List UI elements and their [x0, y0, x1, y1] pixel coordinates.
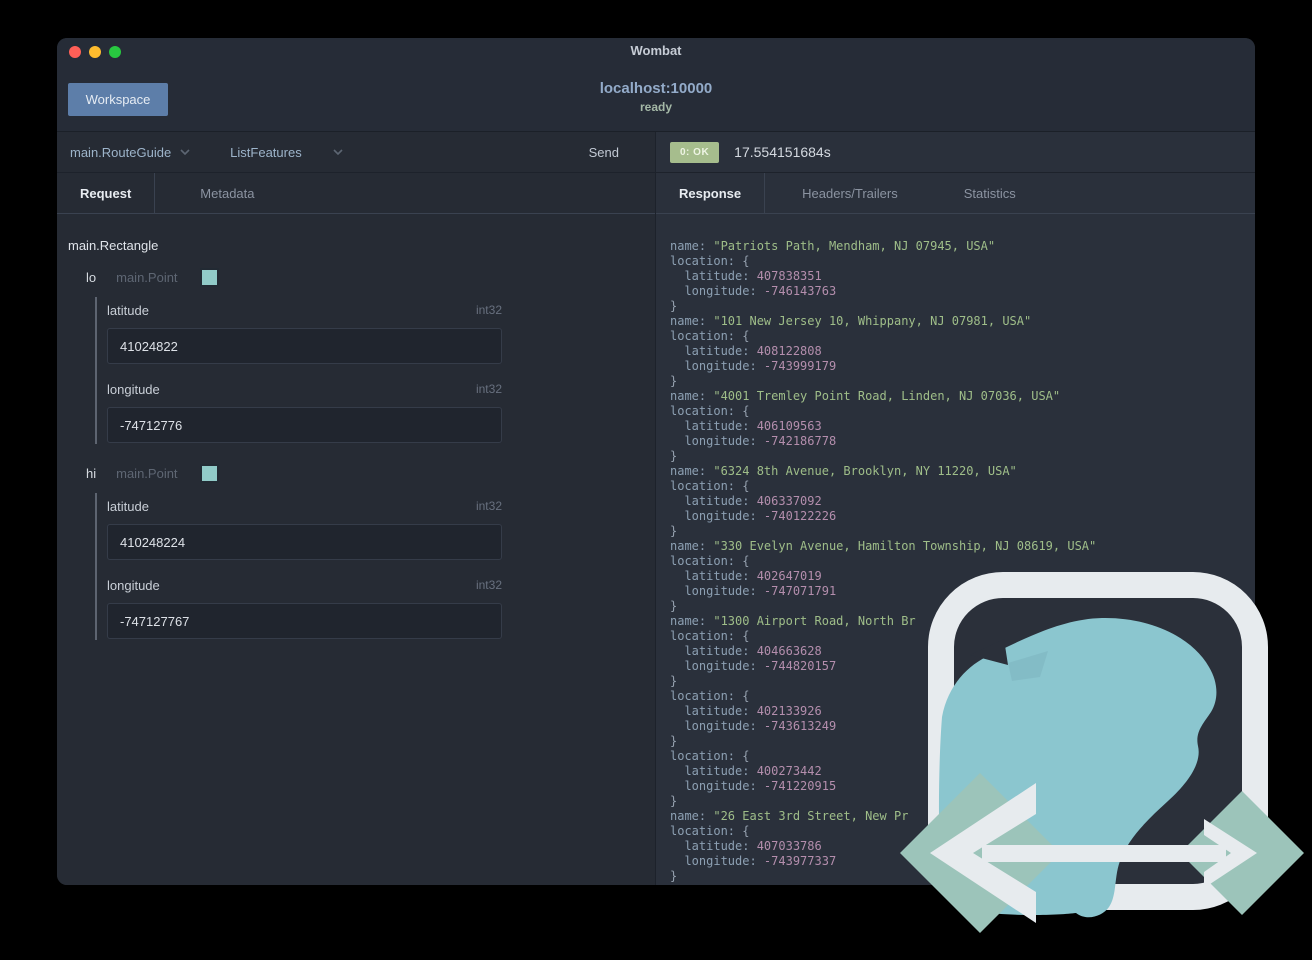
lo-latitude-label: latitude — [107, 302, 149, 318]
tab-headers-trailers[interactable]: Headers/Trailers — [779, 173, 921, 213]
app-header: Wombat Workspace localhost:10000 ready — [57, 38, 1255, 132]
connection-status: ready — [639, 100, 673, 114]
wombat-logo — [900, 572, 1304, 933]
lo-longitude-input[interactable] — [107, 407, 502, 443]
window-title: Wombat — [630, 43, 682, 58]
field-name-lo: lo — [86, 270, 97, 285]
response-tabbar: Response Headers/Trailers Statistics — [656, 173, 1255, 214]
method-select-value: ListFeatures — [230, 144, 302, 160]
service-select-value: main.RouteGuide — [70, 144, 172, 160]
lo-enabled-checkbox[interactable] — [199, 268, 219, 287]
tab-metadata[interactable]: Metadata — [177, 173, 277, 213]
request-form: main.Rectangle lo main.Point latitude in… — [57, 214, 655, 640]
titlebar[interactable]: Wombat — [57, 38, 1255, 64]
field-name-hi: hi — [86, 466, 97, 481]
field-type-lo: main.Point — [116, 270, 178, 285]
hi-enabled-checkbox[interactable] — [199, 464, 219, 483]
hi-latitude-label: latitude — [107, 498, 149, 514]
tab-statistics[interactable]: Statistics — [941, 173, 1039, 213]
field-row-lo: lo main.Point — [86, 268, 655, 287]
field-type-hi: main.Point — [116, 466, 178, 481]
field-row-hi: hi main.Point — [86, 464, 655, 483]
request-tabbar: Request Metadata — [57, 173, 655, 214]
message-type-label: main.Rectangle — [68, 238, 159, 253]
lo-longitude-label: longitude — [107, 381, 160, 397]
request-panel: main.RouteGuide ListFeatures Send Reques… — [57, 132, 656, 885]
send-button[interactable]: Send — [589, 145, 619, 160]
server-status: localhost:10000 ready — [57, 80, 1255, 114]
request-toolbar: main.RouteGuide ListFeatures Send — [57, 132, 655, 173]
response-toolbar: 0: OK 17.554151684s — [656, 132, 1255, 173]
lo-latitude-input[interactable] — [107, 328, 502, 364]
lo-point-group: latitude int32 longitude int32 — [95, 297, 502, 444]
method-select[interactable]: ListFeatures — [230, 145, 343, 160]
tab-request[interactable]: Request — [57, 173, 156, 213]
hi-latitude-input[interactable] — [107, 524, 502, 560]
service-select[interactable]: main.RouteGuide — [70, 145, 190, 160]
chevron-down-icon — [333, 149, 343, 155]
lo-latitude-type: int32 — [475, 303, 502, 317]
hi-longitude-input[interactable] — [107, 603, 502, 639]
status-badge: 0: OK — [670, 141, 720, 163]
lo-longitude-type: int32 — [475, 382, 502, 396]
hi-latitude-type: int32 — [475, 499, 502, 513]
hi-longitude-type: int32 — [475, 578, 502, 592]
arrow-shaft — [982, 845, 1226, 862]
tab-response[interactable]: Response — [656, 173, 766, 213]
server-address: localhost:10000 — [599, 80, 713, 97]
hi-point-group: latitude int32 longitude int32 — [95, 493, 502, 640]
hi-longitude-label: longitude — [107, 577, 160, 593]
duration-label: 17.554151684s — [734, 144, 831, 160]
chevron-down-icon — [180, 149, 190, 155]
